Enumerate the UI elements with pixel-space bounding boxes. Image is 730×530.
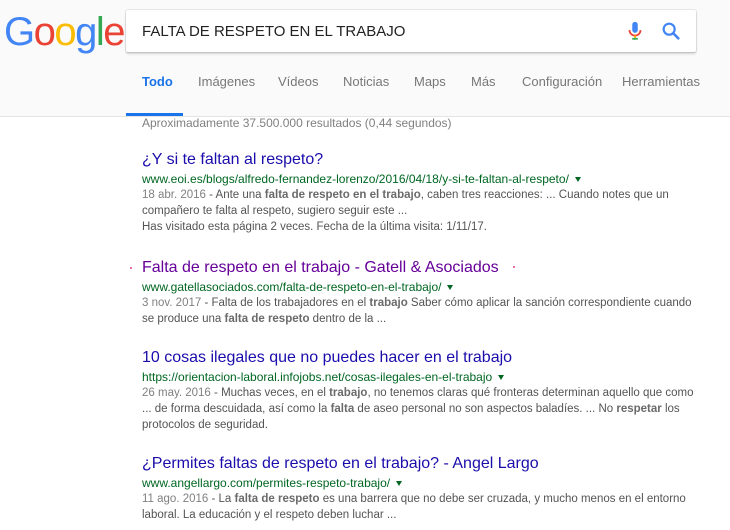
google-logo[interactable]: Google — [4, 8, 125, 56]
result-stats: Aproximadamente 37.500.000 resultados (0… — [142, 116, 452, 130]
decorative-dot — [513, 266, 515, 268]
tab-herramientas[interactable]: Herramientas — [622, 74, 700, 89]
search-input[interactable] — [142, 10, 602, 52]
result-title-link[interactable]: 10 cosas ilegales que no puedes hacer en… — [142, 348, 702, 368]
tab-imagenes[interactable]: Imágenes — [198, 74, 255, 89]
logo-letter: l — [95, 10, 105, 54]
tab-noticias[interactable]: Noticias — [343, 74, 389, 89]
snippet-highlight: falta — [330, 403, 355, 415]
snippet-highlight: falta de respeto — [224, 313, 310, 325]
result-date: 11 ago. 2016 — [142, 493, 209, 505]
snippet-text: - La — [208, 493, 235, 505]
result-date: 18 abr. 2016 — [142, 189, 206, 201]
logo-letter: o — [54, 10, 76, 54]
snippet-highlight: respetar — [616, 403, 662, 415]
logo-letter: g — [75, 10, 97, 54]
tab-todo[interactable]: Todo — [142, 74, 173, 89]
tab-configuracion[interactable]: Configuración — [522, 74, 602, 89]
result-date: 26 may. 2016 — [142, 387, 211, 399]
result-url: www.gatellasociados.com/falta-de-respeto… — [142, 279, 702, 295]
result-url-text: www.gatellasociados.com/falta-de-respeto… — [142, 280, 442, 294]
result-url-text: https://orientacion-laboral.infojobs.net… — [142, 370, 493, 384]
tab-videos[interactable]: Vídeos — [278, 74, 318, 89]
snippet-text: - Ante una — [205, 189, 265, 201]
search-result: ¿Y si te faltan al respeto? www.eoi.es/b… — [142, 150, 702, 235]
snippet-highlight: trabajo — [329, 387, 368, 399]
result-snippet: 26 may. 2016 - Muchas veces, en el traba… — [142, 385, 702, 433]
logo-letter: e — [103, 10, 125, 54]
result-title-link[interactable]: ¿Y si te faltan al respeto? — [142, 150, 702, 170]
search-box — [126, 10, 696, 52]
logo-letter: o — [33, 10, 56, 54]
microphone-icon[interactable] — [624, 20, 646, 42]
search-result: Falta de respeto en el trabajo - Gatell … — [142, 258, 702, 327]
search-results-page: Google Todo Imágenes Vídeos Noticias Map… — [0, 0, 730, 530]
snippet-text: - Falta de los trabajadores en el — [201, 297, 370, 309]
result-url-text: www.angellargo.com/permites-respeto-trab… — [142, 476, 391, 490]
result-title-link[interactable]: Falta de respeto en el trabajo - Gatell … — [142, 258, 702, 278]
search-result: 10 cosas ilegales que no puedes hacer en… — [142, 348, 702, 433]
tab-bar: Todo Imágenes Vídeos Noticias Maps Más C… — [0, 64, 730, 116]
snippet-text: - Muchas veces, en el — [210, 387, 330, 399]
url-dropdown-arrow-icon[interactable] — [574, 177, 581, 183]
result-url: www.eoi.es/blogs/alfredo-fernandez-loren… — [142, 171, 702, 187]
snippet-text: de aseo personal no son aspectos baladíe… — [354, 403, 617, 415]
result-url-text: www.eoi.es/blogs/alfredo-fernandez-loren… — [142, 172, 569, 186]
result-url: www.angellargo.com/permites-respeto-trab… — [142, 475, 702, 491]
tab-maps[interactable]: Maps — [414, 74, 446, 89]
result-snippet: 3 nov. 2017 - Falta de los trabajadores … — [142, 295, 702, 327]
decorative-dot — [130, 267, 132, 269]
snippet-highlight: falta de respeto en el trabajo — [264, 189, 421, 201]
visited-note: Has visitado esta página 2 veces. Fecha … — [142, 221, 487, 233]
magnifier-icon[interactable] — [660, 20, 682, 42]
result-url: https://orientacion-laboral.infojobs.net… — [142, 369, 702, 385]
snippet-text: dentro de la ... — [309, 313, 387, 325]
logo-letter: G — [4, 10, 35, 54]
result-snippet: 11 ago. 2016 - La falta de respeto es un… — [142, 491, 702, 523]
snippet-highlight: trabajo — [369, 297, 408, 309]
url-dropdown-arrow-icon[interactable] — [498, 375, 505, 381]
result-snippet: 18 abr. 2016 - Ante una falta de respeto… — [142, 187, 702, 219]
result-title-link[interactable]: ¿Permites faltas de respeto en el trabaj… — [142, 454, 702, 474]
snippet-highlight: falta de respeto — [234, 493, 320, 505]
url-dropdown-arrow-icon[interactable] — [396, 481, 403, 487]
result-date: 3 nov. 2017 — [142, 297, 202, 309]
url-dropdown-arrow-icon[interactable] — [447, 285, 454, 291]
search-result: ¿Permites faltas de respeto en el trabaj… — [142, 454, 702, 523]
tab-mas[interactable]: Más — [471, 74, 496, 89]
header: Google Todo Imágenes Vídeos Noticias Map… — [0, 0, 730, 117]
